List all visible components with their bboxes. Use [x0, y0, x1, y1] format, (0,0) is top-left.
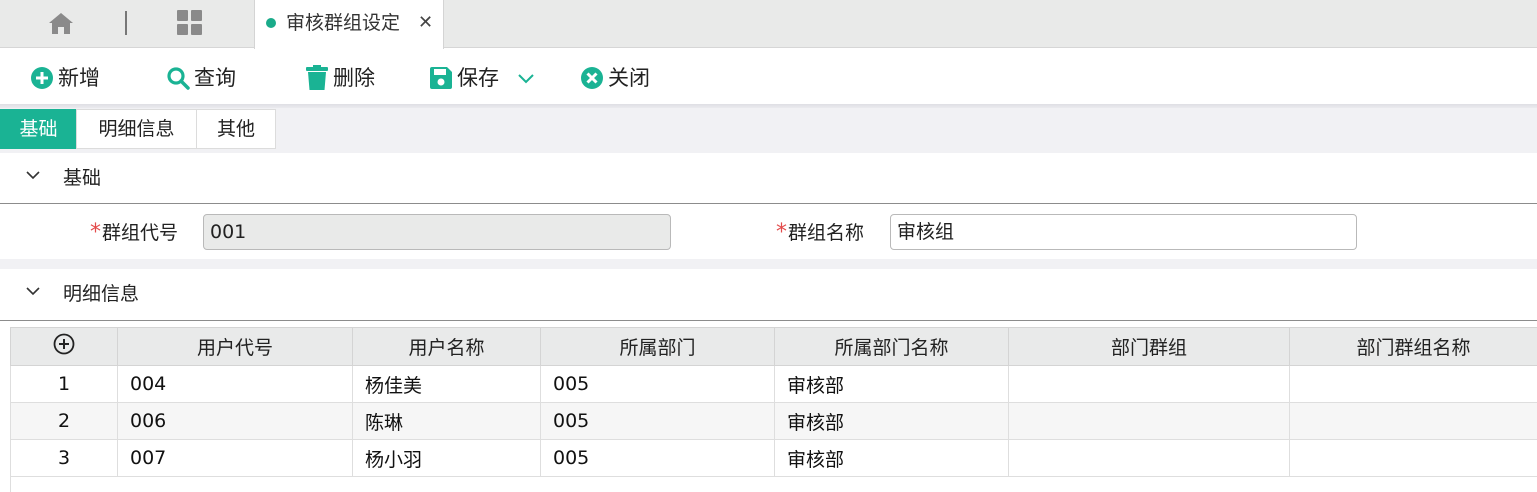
- chevron-down-icon: [26, 287, 40, 296]
- section-divider: [0, 320, 1537, 321]
- section-gap: [0, 259, 1537, 269]
- close-label: 关闭: [608, 66, 650, 90]
- delete-label: 删除: [333, 66, 375, 90]
- tab-audit-group-settings[interactable]: 审核群组设定 ✕: [254, 0, 444, 49]
- add-label: 新增: [58, 66, 100, 90]
- cell-dept-name[interactable]: 审核部: [774, 365, 1009, 403]
- section-tab-details[interactable]: 明细信息: [76, 109, 197, 149]
- col-header-user-name[interactable]: 用户名称: [352, 327, 541, 366]
- search-icon: [167, 67, 190, 90]
- group-name-label: *群组名称: [776, 220, 864, 246]
- basic-section-title: 基础: [63, 167, 102, 189]
- close-icon[interactable]: ✕: [418, 11, 433, 35]
- cell-dept[interactable]: 005: [540, 439, 775, 477]
- tab-label: 审核群组设定: [286, 12, 401, 34]
- query-label: 查询: [194, 66, 236, 90]
- cell-user-name[interactable]: 杨小羽: [352, 439, 541, 477]
- detail-section-title: 明细信息: [63, 283, 140, 305]
- basic-form: *群组代号 001 *群组名称 审核组: [0, 204, 1537, 261]
- cell-user-code[interactable]: 004: [117, 365, 353, 403]
- table-row[interactable]: 1 004 杨佳美 005 审核部: [10, 365, 1537, 403]
- cell-dept-group-name[interactable]: [1289, 402, 1537, 440]
- floppy-disk-icon: [430, 67, 452, 89]
- cell-dept[interactable]: 005: [540, 365, 775, 403]
- detail-grid: 用户代号 用户名称 所属部门 所属部门名称 部门群组 部门群组名称 1 004 …: [10, 327, 1537, 477]
- chevron-down-icon: [26, 171, 40, 180]
- trash-icon: [306, 65, 328, 90]
- row-index: 3: [10, 439, 118, 477]
- cell-user-name[interactable]: 陈琳: [352, 402, 541, 440]
- add-row-button[interactable]: [10, 327, 118, 366]
- plus-circle-icon: [31, 67, 53, 89]
- section-tab-basic[interactable]: 基础: [0, 109, 77, 149]
- cell-dept-name[interactable]: 审核部: [774, 402, 1009, 440]
- cell-dept[interactable]: 005: [540, 402, 775, 440]
- group-code-field[interactable]: 001: [203, 214, 671, 250]
- cell-user-name[interactable]: 杨佳美: [352, 365, 541, 403]
- tab-separator: [125, 11, 127, 35]
- cell-dept-group-name[interactable]: [1289, 439, 1537, 477]
- save-button[interactable]: 保存: [429, 63, 499, 93]
- cell-dept-group[interactable]: [1008, 439, 1290, 477]
- col-header-dept-group-name[interactable]: 部门群组名称: [1289, 327, 1537, 366]
- toolbar: 新增 查询 删除 保存 关闭: [0, 49, 1537, 106]
- basic-section-header[interactable]: 基础: [0, 153, 1537, 203]
- group-name-label-text: 群组名称: [788, 222, 865, 244]
- required-asterisk: *: [776, 220, 787, 245]
- cell-dept-name[interactable]: 审核部: [774, 439, 1009, 477]
- cell-user-code[interactable]: 006: [117, 402, 353, 440]
- apps-grid-icon[interactable]: [177, 10, 203, 36]
- close-circle-icon: [581, 67, 603, 89]
- section-tabs: 基础 明细信息 其他: [0, 108, 1537, 153]
- close-button[interactable]: 关闭: [580, 63, 650, 93]
- col-header-dept[interactable]: 所属部门: [540, 327, 775, 366]
- table-row[interactable]: 3 007 杨小羽 005 审核部: [10, 439, 1537, 477]
- col-header-dept-name[interactable]: 所属部门名称: [774, 327, 1009, 366]
- section-tab-other[interactable]: 其他: [196, 109, 276, 149]
- detail-section-header[interactable]: 明细信息: [0, 269, 1537, 319]
- row-index: 1: [10, 365, 118, 403]
- save-dropdown-toggle[interactable]: [517, 63, 535, 93]
- group-code-label: *群组代号: [90, 220, 178, 246]
- cell-user-code[interactable]: 007: [117, 439, 353, 477]
- cell-dept-group[interactable]: [1008, 402, 1290, 440]
- save-label: 保存: [457, 66, 499, 90]
- cell-dept-group-name[interactable]: [1289, 365, 1537, 403]
- required-asterisk: *: [90, 220, 101, 245]
- table-row[interactable]: 2 006 陈琳 005 审核部: [10, 402, 1537, 440]
- tab-bar: 审核群组设定 ✕: [0, 0, 1537, 49]
- plus-circle-outline-icon: [53, 333, 75, 355]
- add-button[interactable]: 新增: [30, 63, 100, 93]
- group-code-label-text: 群组代号: [102, 222, 179, 244]
- col-header-user-code[interactable]: 用户代号: [117, 327, 353, 366]
- grid-header-row: 用户代号 用户名称 所属部门 所属部门名称 部门群组 部门群组名称: [10, 327, 1537, 366]
- row-index: 2: [10, 402, 118, 440]
- group-name-field[interactable]: 审核组: [890, 214, 1357, 250]
- delete-button[interactable]: 删除: [305, 63, 375, 93]
- query-button[interactable]: 查询: [166, 63, 236, 93]
- home-icon[interactable]: [46, 11, 76, 35]
- col-header-dept-group[interactable]: 部门群组: [1008, 327, 1290, 366]
- grid-empty-area: [10, 476, 1537, 492]
- tab-active-dot: [266, 18, 276, 28]
- chevron-down-icon: [518, 74, 534, 84]
- cell-dept-group[interactable]: [1008, 365, 1290, 403]
